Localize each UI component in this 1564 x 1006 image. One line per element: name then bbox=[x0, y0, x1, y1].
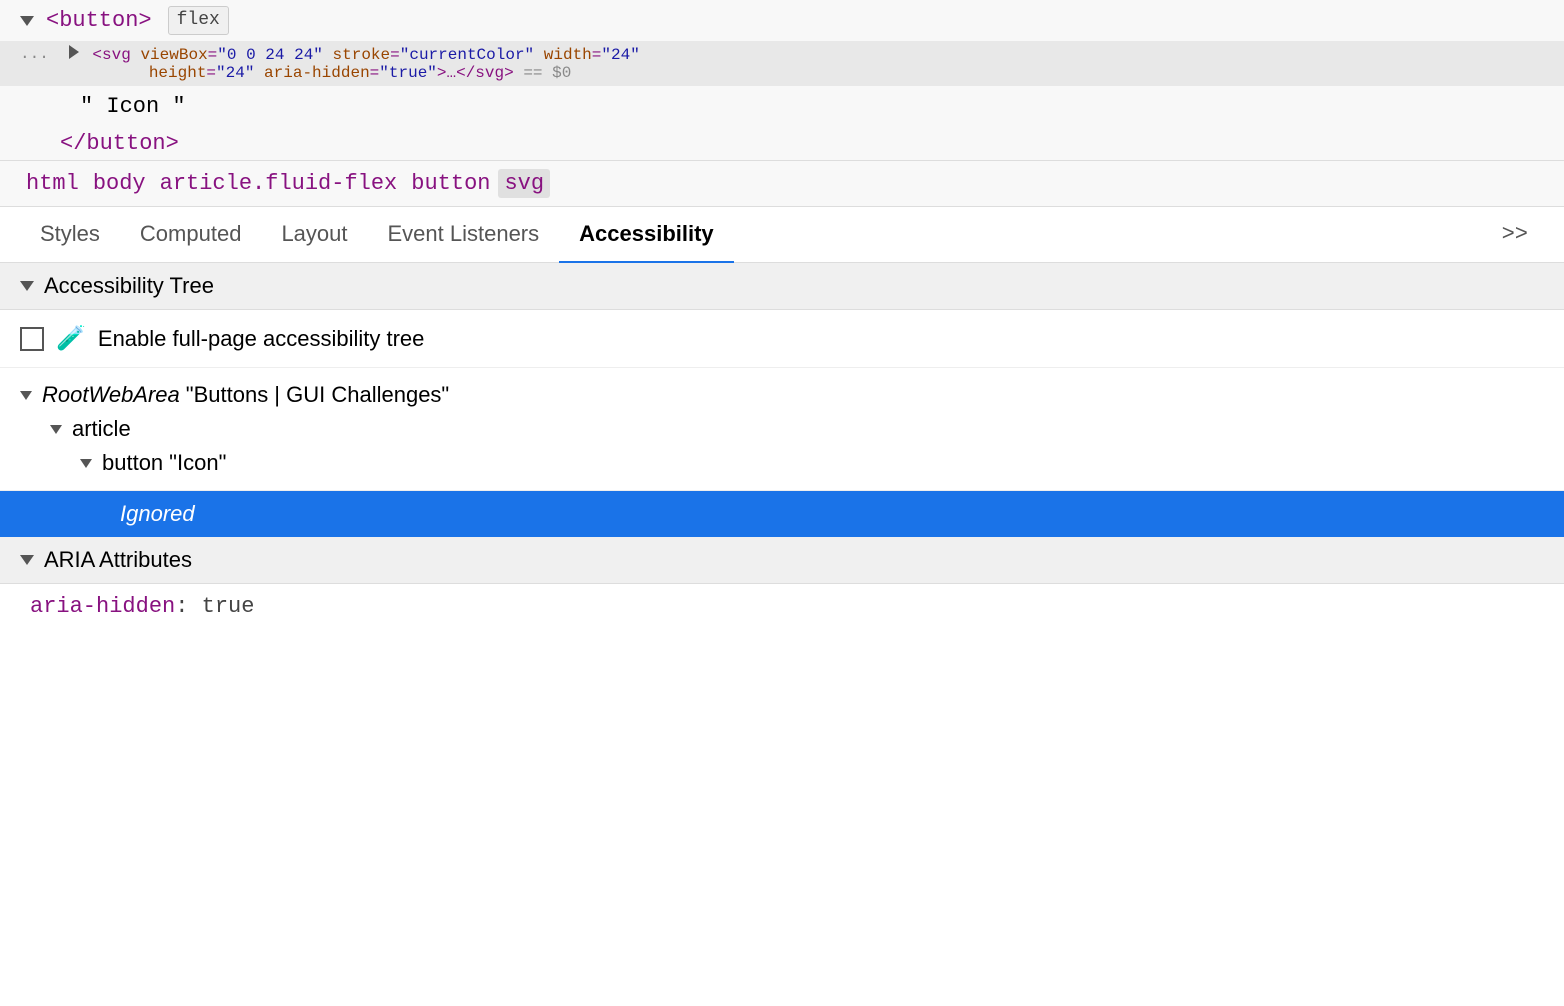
svg-attr-height-name: height bbox=[149, 64, 207, 82]
svg-line2-indent: height="24" aria-hidden="true">…</svg> =… bbox=[69, 64, 572, 82]
dom-line-button-close: </button> bbox=[0, 127, 1564, 160]
tab-more-button[interactable]: >> bbox=[1486, 208, 1544, 261]
tree-button[interactable]: button "Icon" bbox=[20, 446, 1544, 480]
svg-attr-stroke-name: stroke bbox=[333, 46, 391, 64]
svg-attr-height-value: "24" bbox=[216, 64, 254, 82]
svg-open-bracket: < bbox=[92, 46, 102, 64]
button-close-tag: </button> bbox=[60, 131, 179, 156]
svg-attr-viewbox-name: viewBox bbox=[140, 46, 207, 64]
article-label: article bbox=[72, 416, 131, 442]
ignored-label: Ignored bbox=[120, 501, 195, 526]
svg-attr-stroke-value: "currentColor" bbox=[400, 46, 534, 64]
chevron-button-icon bbox=[80, 459, 92, 468]
dom-line-button-open[interactable]: <button> flex bbox=[0, 0, 1564, 41]
breadcrumb-svg[interactable]: svg bbox=[498, 169, 550, 198]
root-web-area-value: "Buttons | GUI Challenges" bbox=[186, 382, 449, 408]
svg-attr-aria-name: aria-hidden bbox=[264, 64, 370, 82]
tab-styles[interactable]: Styles bbox=[20, 207, 120, 263]
chevron-root-icon bbox=[20, 391, 32, 400]
chevron-article-icon bbox=[50, 425, 62, 434]
svg-attr-viewbox-value: "0 0 24 24" bbox=[217, 46, 323, 64]
tree-root-web-area[interactable]: RootWebArea "Buttons | GUI Challenges" bbox=[20, 378, 1544, 412]
root-web-area-label: RootWebArea bbox=[42, 382, 180, 408]
aria-hidden-name: aria-hidden bbox=[30, 594, 175, 619]
tab-layout[interactable]: Layout bbox=[261, 207, 367, 263]
tree-article[interactable]: article bbox=[20, 412, 1544, 446]
dollar-zero: == $0 bbox=[523, 64, 571, 82]
breadcrumb-bar: html body article.fluid-flex button svg bbox=[0, 161, 1564, 207]
aria-attributes-header[interactable]: ARIA Attributes bbox=[0, 537, 1564, 584]
button-value: "Icon" bbox=[169, 450, 226, 476]
breadcrumb-button[interactable]: button bbox=[405, 169, 496, 198]
flask-icon: 🧪 bbox=[56, 324, 86, 353]
panel-content: Accessibility Tree 🧪 Enable full-page ac… bbox=[0, 263, 1564, 1006]
svg-attr-width-value: "24" bbox=[601, 46, 639, 64]
breadcrumb-html[interactable]: html bbox=[20, 169, 85, 198]
enable-label: Enable full-page accessibility tree bbox=[98, 326, 425, 352]
svg-attr-width-name: width bbox=[544, 46, 592, 64]
enable-checkbox[interactable] bbox=[20, 327, 44, 351]
tabs-bar: Styles Computed Layout Event Listeners A… bbox=[0, 207, 1564, 263]
tab-event-listeners[interactable]: Event Listeners bbox=[368, 207, 560, 263]
flex-badge: flex bbox=[168, 6, 229, 35]
button-label: button bbox=[102, 450, 163, 476]
triangle-down-icon bbox=[20, 16, 34, 26]
svg-tag-content: <svg viewBox="0 0 24 24" stroke="current… bbox=[69, 45, 640, 82]
tab-computed[interactable]: Computed bbox=[120, 207, 262, 263]
accessibility-tree-collapse-icon bbox=[20, 281, 34, 291]
accessibility-tree-title: Accessibility Tree bbox=[44, 273, 214, 299]
svg-tag-name: svg bbox=[102, 46, 131, 64]
ignored-row[interactable]: Ignored bbox=[0, 491, 1564, 537]
dom-inspector: <button> flex ... <svg viewBox="0 0 24 2… bbox=[0, 0, 1564, 161]
aria-collapse-icon bbox=[20, 555, 34, 565]
svg-close: >…</svg> bbox=[437, 64, 514, 82]
dom-line-svg[interactable]: ... <svg viewBox="0 0 24 24" stroke="cur… bbox=[0, 41, 1564, 86]
aria-attributes-list: aria-hidden: true bbox=[0, 584, 1564, 629]
breadcrumb-article[interactable]: article.fluid-flex bbox=[154, 169, 404, 198]
accessibility-tree-header[interactable]: Accessibility Tree bbox=[0, 263, 1564, 310]
text-content-value: " Icon " bbox=[80, 94, 186, 119]
svg-dots: ... bbox=[20, 45, 49, 63]
aria-colon: : bbox=[175, 594, 201, 619]
button-open-tag: <button> bbox=[46, 4, 152, 37]
svg-equals1: = bbox=[208, 46, 218, 64]
enable-full-page-row: 🧪 Enable full-page accessibility tree bbox=[0, 310, 1564, 368]
devtools-panel: <button> flex ... <svg viewBox="0 0 24 2… bbox=[0, 0, 1564, 1006]
triangle-right-icon bbox=[69, 45, 79, 59]
aria-hidden-value: true bbox=[202, 594, 255, 619]
svg-equals2: = bbox=[390, 46, 400, 64]
dom-line-text: " Icon " bbox=[0, 86, 1564, 127]
svg-equals3: = bbox=[592, 46, 602, 64]
svg-attr-aria-value: "true" bbox=[379, 64, 437, 82]
aria-hidden-row: aria-hidden: true bbox=[0, 584, 1564, 629]
tree-section: RootWebArea "Buttons | GUI Challenges" a… bbox=[0, 368, 1564, 491]
tab-accessibility[interactable]: Accessibility bbox=[559, 207, 734, 263]
breadcrumb-body[interactable]: body bbox=[87, 169, 152, 198]
aria-section-title: ARIA Attributes bbox=[44, 547, 192, 573]
